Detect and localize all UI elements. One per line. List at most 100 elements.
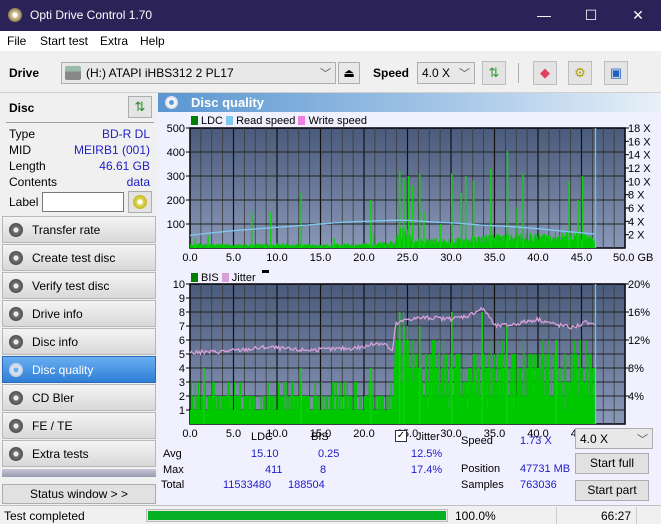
progress-bar [146,509,448,522]
disc-length-value: 46.61 GB [99,159,150,173]
disc-quality-icon [9,363,23,377]
disc-length-key: Length [9,159,46,173]
maximize-button[interactable]: ☐ [576,4,606,26]
sidebar-item-label: Disc quality [32,363,94,377]
refresh-button[interactable]: ⇅ [482,61,506,85]
chevron-down-icon: ﹀ [320,68,331,80]
max-bis: 8 [320,464,327,476]
samples-label: Samples [461,479,504,491]
sidebar-item-label: FE / TE [32,419,73,433]
disc-type-value: BD-R DL [101,127,150,141]
jitter-label: Jitter [416,431,440,443]
disc-label-input[interactable] [42,192,124,212]
disc-contents-value: data [126,175,150,189]
jitter-checkbox[interactable]: ✓ [395,430,407,442]
progress-percent: 100.0% [455,509,496,523]
position-value: 47731 MB [520,463,571,475]
speed-value: 1.73 X [520,435,552,447]
avg-bis: 0.25 [318,448,340,460]
sidebar-filler [2,469,156,477]
eject-button[interactable]: ⏏ [338,62,360,84]
sidebar-item-label: Create test disc [32,251,116,265]
menu-help[interactable]: Help [140,34,165,48]
menu-start-test[interactable]: Start test [40,34,88,48]
title-bar: Opti Drive Control 1.70 — ☐ ✕ [0,0,661,31]
sidebar-item-label: Transfer rate [32,223,101,237]
close-button[interactable]: ✕ [623,4,653,26]
total-ldc: 11533480 [223,479,272,491]
status-window-button[interactable]: Status window > > [2,484,156,504]
cd-bler-icon [9,391,23,405]
menu-file[interactable]: File [7,34,26,48]
speed-select-value: 4.0 X [422,66,451,80]
save-button[interactable]: ▣ [604,61,628,85]
status-text: Test completed [4,509,85,523]
position-label: Position [461,463,501,475]
sidebar: Disc ⇅ Type BD-R DL MID MEIRB1 (001) Len… [0,93,158,505]
status-divider [636,507,637,524]
erase-button[interactable]: ◆ [533,61,557,85]
settings-button[interactable]: ⚙ [568,61,592,85]
col-bis: BIS [311,431,329,443]
sidebar-item-cd-bler[interactable]: CD Bler [2,384,156,411]
test-speed-value: 4.0 X [580,432,609,446]
disc-quality-panel: Disc quality LDC Read speed Write speed … [158,93,661,505]
start-full-button[interactable]: Start full [575,453,649,474]
extra-tests-icon [9,447,23,461]
menu-extra[interactable]: Extra [100,34,128,48]
status-bar: Test completed 100.0% 66:27 [0,505,661,524]
start-part-button[interactable]: Start part [575,480,649,501]
sidebar-item-fe-te[interactable]: FE / TE [2,412,156,439]
drive-select-value: (H:) ATAPI iHBS312 2 PL17 [86,66,234,80]
disc-contents-key: Contents [9,175,58,189]
eraser-icon: ◆ [540,65,550,80]
transfer-rate-icon [9,223,23,237]
disc-heading: Disc [9,101,35,115]
row-avg-label: Avg [163,448,182,460]
sidebar-item-extra-tests[interactable]: Extra tests [2,440,156,467]
disc-refresh-button[interactable]: ⇅ [128,96,152,118]
chevron-down-icon: ﹀ [459,68,470,80]
app-disc-icon [8,8,22,22]
drive-icon [65,66,81,80]
test-speed-select[interactable]: 4.0 X ﹀ [575,428,653,449]
sidebar-item-disc-info[interactable]: Disc info [2,328,156,355]
speed-label: Speed [373,66,410,80]
sidebar-item-drive-info[interactable]: Drive info [2,300,156,327]
disc-label-button[interactable] [128,191,152,213]
minimize-button[interactable]: — [529,4,559,26]
avg-ldc: 15.10 [251,448,279,460]
disc-info-panel: Disc ⇅ Type BD-R DL MID MEIRB1 (001) Len… [2,95,156,215]
eject-icon: ⏏ [343,66,355,80]
sidebar-item-verify-test-disc[interactable]: Verify test disc [2,272,156,299]
toolbar-separator [518,63,519,83]
speed-label: Speed [461,435,493,447]
sidebar-item-label: Verify test disc [32,279,110,293]
drive-info-icon [9,307,23,321]
row-total-label: Total [161,479,185,491]
row-max-label: Max [163,464,184,476]
settings-icon: ⚙ [574,65,586,80]
disc-info-icon [9,335,23,349]
disc-label-key: Label [9,195,39,209]
drive-label: Drive [9,66,40,80]
speed-select[interactable]: 4.0 X ﹀ [417,62,475,84]
sidebar-item-label: Extra tests [32,447,89,461]
sidebar-item-label: CD Bler [32,391,75,405]
drive-select[interactable]: (H:) ATAPI iHBS312 2 PL17 ﹀ [61,62,336,84]
max-ldc: 411 [265,464,283,476]
sidebar-item-label: Disc info [32,335,79,349]
refresh-icon: ⇅ [488,65,500,80]
menu-bar: File Start test Extra Help [0,31,661,51]
verify-disc-icon [9,279,23,293]
save-icon: ▣ [609,65,623,80]
sidebar-item-transfer-rate[interactable]: Transfer rate [2,216,156,243]
refresh-icon: ⇅ [134,99,146,114]
sidebar-item-label: Drive info [32,307,83,321]
divider [6,122,154,123]
samples-value: 763036 [520,479,557,491]
sidebar-item-create-test-disc[interactable]: Create test disc [2,244,156,271]
disc-type-key: Type [9,127,36,141]
sidebar-item-disc-quality[interactable]: Disc quality [2,356,156,383]
window-title: Opti Drive Control 1.70 [30,8,153,22]
